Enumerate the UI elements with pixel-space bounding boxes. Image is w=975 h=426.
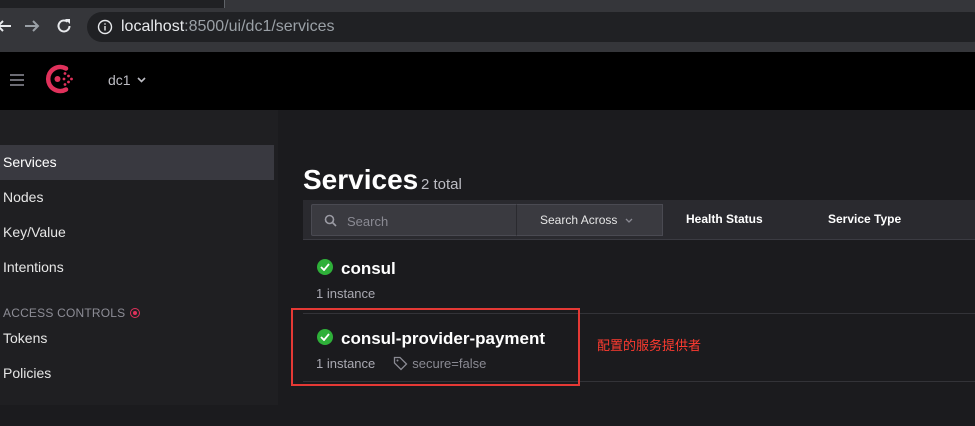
search-placeholder: Search	[347, 214, 389, 229]
sidebar: Services Nodes Key/Value Intentions ACCE…	[0, 110, 278, 405]
menu-icon[interactable]	[10, 74, 24, 86]
sidebar-item-nodes[interactable]: Nodes	[0, 180, 274, 215]
url-path: :8500/ui/dc1/services	[184, 18, 335, 35]
search-icon	[324, 214, 337, 227]
back-icon[interactable]	[0, 14, 16, 38]
healthy-check-icon	[317, 259, 333, 275]
annotation-highlight-box	[291, 308, 580, 386]
url-host: localhost	[121, 18, 185, 35]
app-header: dc1	[0, 52, 975, 110]
service-meta: 1 instance	[316, 286, 375, 301]
instance-count: 1 instance	[316, 286, 376, 301]
sidebar-item-intentions[interactable]: Intentions	[0, 250, 274, 285]
consul-logo-icon[interactable]	[42, 61, 78, 97]
service-count: 2 total	[421, 176, 462, 193]
sidebar-section-access-controls: ACCESS CONTROLS	[3, 306, 141, 320]
chevron-down-icon	[137, 77, 146, 83]
search-across-dropdown[interactable]: Search Across	[516, 204, 663, 236]
search-input[interactable]: Search	[311, 204, 517, 236]
filter-bar: Search Search Across Health Status Servi…	[303, 200, 975, 240]
sidebar-item-services[interactable]: Services	[0, 145, 274, 180]
service-name[interactable]: consul	[341, 259, 396, 279]
acl-status-icon	[130, 308, 141, 318]
address-bar[interactable]: localhost:8500/ui/dc1/services	[87, 12, 975, 42]
sidebar-item-key-value[interactable]: Key/Value	[0, 215, 274, 250]
health-status-filter[interactable]: Health Status	[686, 212, 763, 226]
datacenter-selector[interactable]: dc1	[108, 72, 146, 88]
service-type-filter[interactable]: Service Type	[828, 212, 901, 226]
list-item[interactable]: consul 1 instance	[303, 246, 975, 314]
chevron-down-icon	[625, 218, 633, 223]
sidebar-item-roles[interactable]	[0, 391, 274, 426]
section-label: ACCESS CONTROLS	[3, 306, 126, 320]
page-title: Services	[303, 164, 419, 195]
browser-tab[interactable]	[224, 0, 975, 8]
annotation-label: 配置的服务提供者	[597, 338, 702, 353]
search-across-label: Search Across	[540, 213, 618, 227]
sidebar-item-tokens[interactable]: Tokens	[0, 321, 274, 356]
reload-icon[interactable]	[52, 14, 76, 38]
sidebar-item-policies[interactable]: Policies	[0, 356, 274, 391]
tab-strip	[0, 0, 975, 8]
info-icon[interactable]	[97, 19, 113, 35]
url-text: localhost:8500/ui/dc1/services	[121, 18, 334, 36]
browser-toolbar: localhost:8500/ui/dc1/services	[0, 0, 975, 52]
forward-icon[interactable]	[20, 14, 44, 38]
datacenter-label: dc1	[108, 72, 131, 88]
